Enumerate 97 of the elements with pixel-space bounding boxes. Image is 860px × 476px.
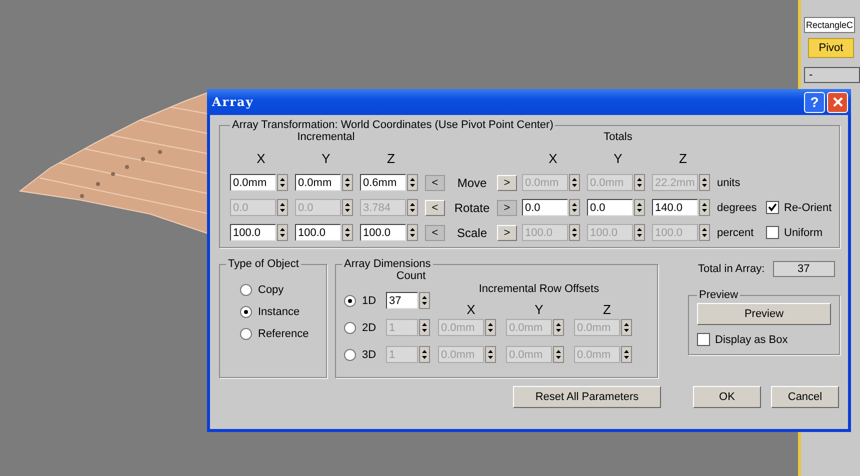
radio-button[interactable] — [240, 306, 252, 318]
radio-label: Instance — [258, 306, 300, 318]
spinner-button[interactable] — [419, 346, 430, 363]
preview-button[interactable]: Preview — [697, 303, 831, 325]
spinner-button[interactable] — [342, 199, 353, 216]
axis-label: Z — [602, 301, 612, 317]
unit-label: percent — [717, 226, 755, 238]
spinner-button[interactable] — [553, 319, 564, 336]
spinner-button[interactable] — [407, 224, 418, 241]
arrow-button[interactable]: < — [425, 174, 445, 190]
radio-button[interactable] — [240, 284, 252, 296]
spinner-button[interactable] — [277, 174, 288, 191]
arrow-button[interactable]: < — [425, 200, 445, 216]
value-field[interactable]: 100.0 — [295, 224, 341, 241]
spinner-button[interactable] — [621, 346, 632, 363]
spinner-button[interactable] — [407, 199, 418, 216]
arrow-button[interactable]: < — [425, 224, 445, 240]
radio-label: 3D — [362, 348, 376, 360]
checkbox[interactable] — [766, 201, 779, 214]
checkbox-label: Re-Orient — [784, 202, 832, 214]
spinner-button[interactable] — [634, 174, 645, 191]
column-header: Incremental — [296, 131, 356, 143]
spinner-button[interactable] — [699, 174, 710, 191]
axis-label: X — [548, 151, 558, 166]
spinner-button[interactable] — [485, 346, 496, 363]
spinner-button[interactable] — [569, 174, 580, 191]
value-field[interactable]: 0.0 — [587, 199, 633, 216]
total-label: Total in Array: — [698, 263, 765, 275]
rollout-bar[interactable]: - — [804, 67, 860, 83]
spinner-button[interactable] — [485, 319, 496, 336]
checkbox[interactable] — [766, 226, 779, 239]
arrow-button[interactable]: > — [497, 224, 517, 240]
radio-label: 1D — [362, 294, 376, 306]
spinner-button[interactable] — [569, 199, 580, 216]
group-title: Preview — [698, 289, 740, 301]
spinner-button[interactable] — [277, 199, 288, 216]
name-field[interactable]: RectangleC — [804, 17, 856, 33]
arrow-button[interactable]: > — [497, 200, 517, 216]
reset-button[interactable]: Reset All Parameters — [513, 386, 661, 408]
axis-label: X — [256, 151, 266, 166]
radio-label: Copy — [258, 284, 284, 296]
spinner-button[interactable] — [699, 224, 710, 241]
count-field[interactable]: 37 — [386, 292, 418, 309]
spinner-button[interactable] — [634, 224, 645, 241]
group-title: Array Transformation: World Coordinates (Use Pivot Point Center) — [231, 119, 554, 131]
spinner-button[interactable] — [277, 224, 288, 241]
column-header: Incremental Row Offsets — [478, 283, 600, 297]
spinner-button[interactable] — [569, 224, 580, 241]
close-icon[interactable] — [832, 96, 844, 108]
value-field[interactable]: 140.0 — [652, 199, 698, 216]
column-header: Count — [395, 270, 427, 282]
axis-label: X — [466, 301, 476, 317]
spinner-button[interactable] — [342, 224, 353, 241]
checkbox-label: Display as Box — [715, 334, 788, 346]
radio-button[interactable] — [240, 328, 252, 340]
row-label: Scale — [456, 226, 488, 240]
close-button[interactable] — [827, 92, 848, 112]
axis-label: Y — [320, 151, 332, 166]
axis-label: Y — [534, 301, 544, 317]
spinner-button[interactable] — [407, 174, 418, 191]
spinner-button[interactable] — [419, 292, 430, 309]
group-title: Array Dimensions — [343, 258, 432, 270]
radio-button[interactable] — [344, 294, 356, 306]
value-field[interactable]: 0.6mm — [360, 174, 406, 191]
spinner-button[interactable] — [419, 319, 430, 336]
axis-label: Z — [678, 151, 688, 166]
radio-label: Reference — [258, 328, 309, 340]
radio-button[interactable] — [344, 322, 356, 334]
spinner-button[interactable] — [342, 174, 353, 191]
axis-label: Y — [612, 151, 624, 166]
unit-label: units — [717, 176, 742, 188]
pivot-button[interactable]: Pivot — [808, 38, 854, 58]
value-field[interactable]: 0.0mm — [295, 174, 341, 191]
spinner-button[interactable] — [634, 199, 645, 216]
cancel-button[interactable]: Cancel — [771, 386, 839, 408]
row-label: Rotate — [453, 200, 491, 214]
total-field: 37 — [772, 261, 835, 277]
spinner-button[interactable] — [621, 319, 632, 336]
value-field[interactable]: 0.0mm — [230, 174, 276, 191]
unit-label: degrees — [717, 202, 758, 214]
radio-label: 2D — [362, 322, 376, 334]
radio-button[interactable] — [344, 348, 356, 360]
spinner-button[interactable] — [553, 346, 564, 363]
ok-button[interactable]: OK — [693, 386, 761, 408]
value-field[interactable]: 0.0 — [522, 199, 568, 216]
axis-label: Z — [386, 151, 396, 166]
window-title: Array — [212, 95, 255, 109]
help-button[interactable]: ? — [804, 92, 825, 112]
value-field[interactable]: 100.0 — [230, 224, 276, 241]
checkbox-label: Uniform — [784, 226, 823, 238]
row-label: Move — [456, 176, 488, 190]
checkbox[interactable] — [697, 333, 710, 346]
spinner-button[interactable] — [699, 199, 710, 216]
column-header: Totals — [602, 131, 634, 143]
value-field[interactable]: 100.0 — [360, 224, 406, 241]
arrow-button[interactable]: > — [497, 174, 517, 190]
group-title: Type of Object — [227, 258, 300, 270]
